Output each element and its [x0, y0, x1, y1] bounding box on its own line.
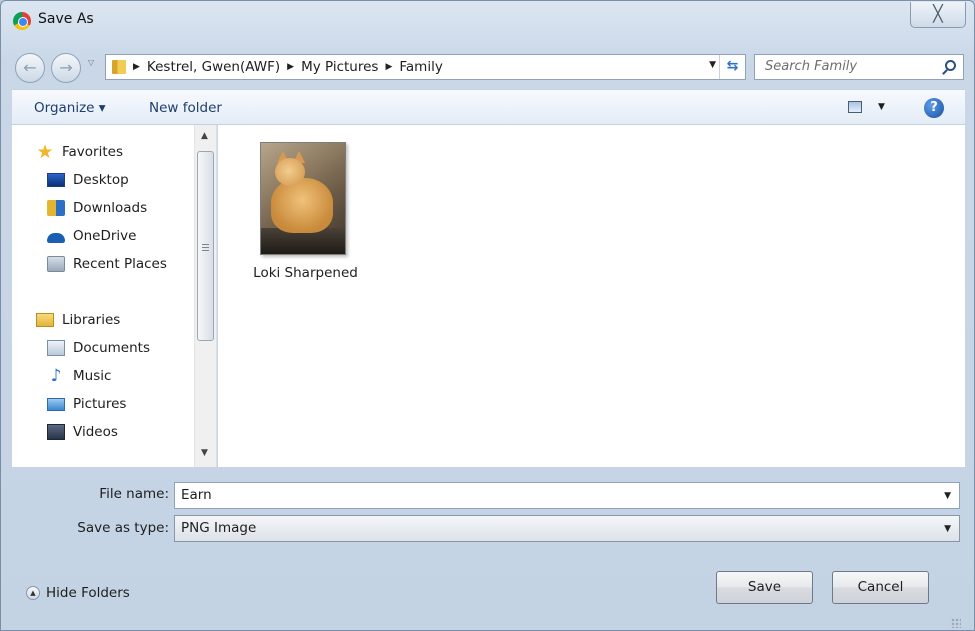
breadcrumb: ▶ Kestrel, Gwen(AWF) ▶ My Pictures ▶ Fam…: [133, 59, 443, 75]
downloads-icon: [47, 200, 65, 216]
nav-item-documents[interactable]: Documents: [47, 340, 150, 356]
chevron-up-icon: ▲: [26, 586, 40, 600]
help-icon[interactable]: ?: [924, 98, 944, 118]
close-button[interactable]: ╳: [910, 2, 966, 28]
star-icon: ★: [36, 141, 54, 163]
file-list-pane[interactable]: Loki Sharpened: [218, 125, 965, 467]
nav-item-libraries[interactable]: Libraries: [36, 312, 120, 328]
resize-grip-icon[interactable]: [951, 618, 961, 628]
hide-folders-label: Hide Folders: [46, 585, 130, 601]
hide-folders-button[interactable]: ▲ Hide Folders: [26, 585, 130, 601]
breadcrumb-separator-icon[interactable]: ▶: [133, 62, 140, 72]
nav-item-pictures[interactable]: Pictures: [47, 396, 126, 412]
chrome-icon: [13, 12, 31, 30]
file-name-field-label: File name:: [99, 486, 169, 502]
libraries-icon: [36, 313, 54, 327]
scroll-down-icon[interactable]: ▼: [201, 448, 208, 458]
grip-icon: [202, 244, 209, 251]
breadcrumb-kestrel-gwen[interactable]: Kestrel, Gwen(AWF): [147, 59, 280, 75]
forward-arrow-icon: →: [59, 58, 73, 77]
recent-places-icon: [47, 256, 65, 272]
search-icon[interactable]: [945, 60, 956, 71]
breadcrumb-my-pictures[interactable]: My Pictures: [301, 59, 378, 75]
nav-item-onedrive[interactable]: OneDrive: [47, 228, 136, 244]
save-as-type-select[interactable]: PNG Image ▼: [174, 515, 960, 542]
navigation-pane: ★ Favorites Desktop Downloads OneDrive R…: [12, 125, 217, 467]
file-name-value[interactable]: Earn: [181, 487, 212, 503]
desktop-icon: [47, 173, 65, 187]
nav-item-recent-places[interactable]: Recent Places: [47, 256, 167, 272]
address-bar[interactable]: ▶ Kestrel, Gwen(AWF) ▶ My Pictures ▶ Fam…: [105, 54, 746, 80]
videos-icon: [47, 424, 65, 440]
image-thumbnail: [260, 142, 346, 255]
documents-icon: [47, 340, 65, 356]
save-as-dialog: Save As ╳ ← → ▽ ▶ Kestrel, Gwen(AWF) ▶ M…: [0, 0, 975, 631]
thumbnail-cat-body: [271, 178, 333, 233]
window-title: Save As: [38, 11, 94, 27]
file-item[interactable]: Loki Sharpened: [248, 142, 363, 281]
search-placeholder: Search Family: [765, 59, 858, 74]
cancel-button[interactable]: Cancel: [832, 571, 929, 604]
folder-icon: [112, 60, 126, 74]
pictures-icon: [47, 397, 65, 411]
breadcrumb-separator-icon[interactable]: ▶: [287, 62, 294, 72]
file-name-dropdown-icon[interactable]: ▼: [944, 491, 951, 501]
nav-scrollbar[interactable]: ▲ ▼: [194, 125, 216, 467]
music-icon: ♪: [50, 366, 62, 386]
save-as-type-value: PNG Image: [181, 520, 257, 536]
refresh-icon[interactable]: ⇆: [719, 55, 745, 79]
nav-item-downloads[interactable]: Downloads: [47, 200, 147, 216]
file-name-input[interactable]: Earn ▼: [174, 482, 960, 509]
recent-locations-dropdown[interactable]: ▽: [88, 58, 94, 67]
command-toolbar: Organize ▾ New folder ▼ ?: [12, 89, 965, 125]
save-type-field-label: Save as type:: [77, 520, 169, 536]
nav-item-videos[interactable]: Videos: [47, 424, 118, 440]
scroll-up-icon[interactable]: ▲: [201, 131, 208, 141]
nav-item-desktop[interactable]: Desktop: [47, 172, 129, 188]
save-type-dropdown-icon[interactable]: ▼: [944, 524, 951, 534]
address-dropdown-icon[interactable]: ▼: [709, 60, 716, 70]
nav-item-music[interactable]: ♪ Music: [47, 366, 112, 386]
back-button[interactable]: ←: [15, 53, 45, 83]
scrollbar-thumb[interactable]: [197, 151, 214, 341]
thumbnail-cat-head: [275, 158, 305, 186]
back-arrow-icon: ←: [23, 58, 37, 77]
breadcrumb-family[interactable]: Family: [399, 59, 442, 75]
nav-item-favorites[interactable]: ★ Favorites: [36, 141, 123, 163]
title-bar[interactable]: Save As ╳: [1, 1, 974, 39]
change-view-icon[interactable]: [848, 101, 862, 113]
save-button[interactable]: Save: [716, 571, 813, 604]
view-options-dropdown[interactable]: ▼: [878, 102, 885, 112]
forward-button[interactable]: →: [51, 53, 81, 83]
organize-button[interactable]: Organize ▾: [34, 100, 106, 116]
breadcrumb-separator-icon[interactable]: ▶: [385, 62, 392, 72]
file-name-label: Loki Sharpened: [253, 265, 358, 281]
search-input[interactable]: Search Family: [754, 54, 964, 80]
new-folder-button[interactable]: New folder: [149, 100, 222, 116]
save-options: File name: Earn ▼ Save as type: PNG Imag…: [12, 467, 965, 631]
onedrive-cloud-icon: [47, 233, 65, 243]
